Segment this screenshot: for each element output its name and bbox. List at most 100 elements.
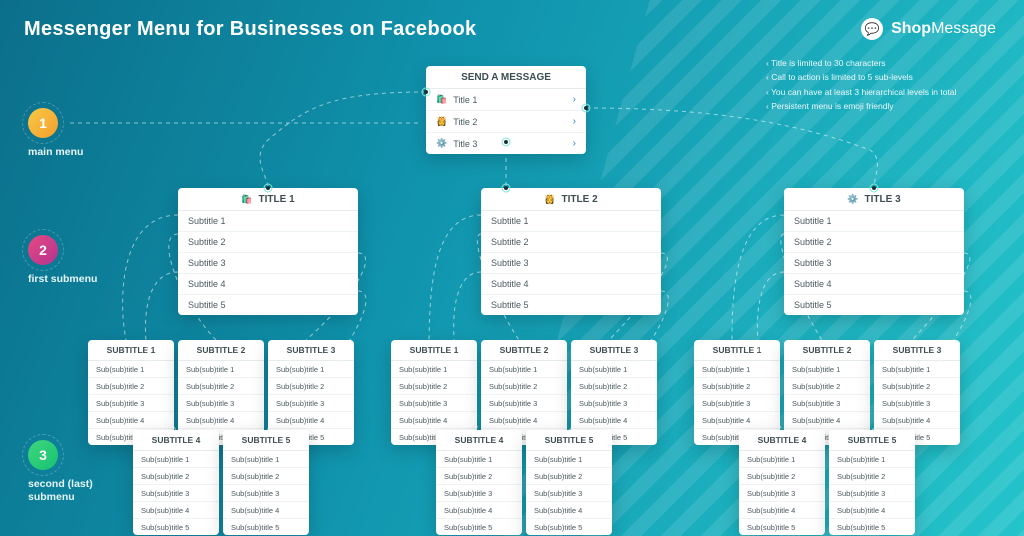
subtitle-row[interactable]: Subtitle 3	[178, 253, 358, 274]
leaf-row[interactable]: Sub(sub)title 4	[223, 502, 309, 519]
leaf-row[interactable]: Sub(sub)title 1	[133, 451, 219, 468]
leaf-row[interactable]: Sub(sub)title 1	[739, 451, 825, 468]
leaf-row[interactable]: Sub(sub)title 3	[694, 395, 780, 412]
subtitle-row[interactable]: Subtitle 3	[784, 253, 964, 274]
leaf-card: SUBTITLE 5Sub(sub)title 1Sub(sub)title 2…	[223, 430, 309, 535]
leaf-row[interactable]: Sub(sub)title 2	[133, 468, 219, 485]
leaf-row[interactable]: Sub(sub)title 4	[571, 412, 657, 429]
leaf-row[interactable]: Sub(sub)title 5	[739, 519, 825, 535]
leaf-row[interactable]: Sub(sub)title 2	[526, 468, 612, 485]
leaf-row[interactable]: Sub(sub)title 3	[268, 395, 354, 412]
leaf-row[interactable]: Sub(sub)title 4	[88, 412, 174, 429]
subtitle-row[interactable]: Subtitle 4	[784, 274, 964, 295]
subtitle-row[interactable]: Subtitle 2	[481, 232, 661, 253]
leaf-row[interactable]: Sub(sub)title 4	[268, 412, 354, 429]
leaf-row[interactable]: Sub(sub)title 1	[526, 451, 612, 468]
leaf-row[interactable]: Sub(sub)title 5	[829, 519, 915, 535]
leaf-row[interactable]: Sub(sub)title 1	[571, 361, 657, 378]
leaf-row[interactable]: Sub(sub)title 4	[178, 412, 264, 429]
leaf-row[interactable]: Sub(sub)title 3	[526, 485, 612, 502]
brand-logo: ShopMessage	[861, 18, 996, 40]
leaf-row[interactable]: Sub(sub)title 3	[178, 395, 264, 412]
leaf-row[interactable]: Sub(sub)title 4	[784, 412, 870, 429]
leaf-header: SUBTITLE 1	[88, 340, 174, 361]
leaf-row[interactable]: Sub(sub)title 1	[874, 361, 960, 378]
leaf-row[interactable]: Sub(sub)title 3	[391, 395, 477, 412]
leaf-row[interactable]: Sub(sub)title 4	[829, 502, 915, 519]
subtitle-row[interactable]: Subtitle 5	[784, 295, 964, 315]
subtitle-row[interactable]: Subtitle 4	[481, 274, 661, 295]
leaf-row[interactable]: Sub(sub)title 1	[178, 361, 264, 378]
leaf-header: SUBTITLE 3	[874, 340, 960, 361]
leaf-row[interactable]: Sub(sub)title 4	[874, 412, 960, 429]
leaf-row[interactable]: Sub(sub)title 3	[88, 395, 174, 412]
leaf-row[interactable]: Sub(sub)title 3	[739, 485, 825, 502]
leaf-row[interactable]: Sub(sub)title 2	[739, 468, 825, 485]
title-card-1: 🛍️TITLE 1 Subtitle 1 Subtitle 2 Subtitle…	[178, 188, 358, 315]
leaf-row[interactable]: Sub(sub)title 3	[829, 485, 915, 502]
leaf-row[interactable]: Sub(sub)title 3	[784, 395, 870, 412]
leaf-header: SUBTITLE 5	[223, 430, 309, 451]
leaf-row[interactable]: Sub(sub)title 5	[436, 519, 522, 535]
subtitle-row[interactable]: Subtitle 2	[784, 232, 964, 253]
leaf-row[interactable]: Sub(sub)title 3	[874, 395, 960, 412]
leaf-row[interactable]: Sub(sub)title 1	[829, 451, 915, 468]
leaf-row[interactable]: Sub(sub)title 2	[874, 378, 960, 395]
leaf-row[interactable]: Sub(sub)title 1	[694, 361, 780, 378]
leaf-row[interactable]: Sub(sub)title 2	[178, 378, 264, 395]
leaf-row[interactable]: Sub(sub)title 1	[436, 451, 522, 468]
subtitle-row[interactable]: Subtitle 1	[481, 211, 661, 232]
leaf-row[interactable]: Sub(sub)title 2	[268, 378, 354, 395]
leaf-row[interactable]: Sub(sub)title 1	[223, 451, 309, 468]
leaf-row[interactable]: Sub(sub)title 1	[391, 361, 477, 378]
leaf-row[interactable]: Sub(sub)title 4	[391, 412, 477, 429]
subtitle-row[interactable]: Subtitle 4	[178, 274, 358, 295]
leaf-row[interactable]: Sub(sub)title 5	[223, 519, 309, 535]
leaf-row[interactable]: Sub(sub)title 3	[223, 485, 309, 502]
leaf-header: SUBTITLE 2	[178, 340, 264, 361]
leaf-row[interactable]: Sub(sub)title 1	[88, 361, 174, 378]
leaf-row[interactable]: Sub(sub)title 4	[436, 502, 522, 519]
leaf-row[interactable]: Sub(sub)title 4	[694, 412, 780, 429]
leaf-row[interactable]: Sub(sub)title 3	[481, 395, 567, 412]
leaf-row[interactable]: Sub(sub)title 4	[739, 502, 825, 519]
leaf-row[interactable]: Sub(sub)title 3	[133, 485, 219, 502]
chevron-right-icon: ›	[573, 138, 576, 149]
leaf-row[interactable]: Sub(sub)title 3	[436, 485, 522, 502]
leaf-row[interactable]: Sub(sub)title 1	[268, 361, 354, 378]
leaf-row[interactable]: Sub(sub)title 2	[571, 378, 657, 395]
leaf-row[interactable]: Sub(sub)title 2	[694, 378, 780, 395]
page-title: Messenger Menu for Businesses on Faceboo…	[24, 18, 476, 41]
leaf-row[interactable]: Sub(sub)title 3	[571, 395, 657, 412]
leaf-row[interactable]: Sub(sub)title 2	[223, 468, 309, 485]
leaf-row[interactable]: Sub(sub)title 2	[784, 378, 870, 395]
leaf-row[interactable]: Sub(sub)title 2	[436, 468, 522, 485]
subtitle-row[interactable]: Subtitle 5	[178, 295, 358, 315]
leaf-row[interactable]: Sub(sub)title 2	[391, 378, 477, 395]
leaf-row[interactable]: Sub(sub)title 4	[133, 502, 219, 519]
leaf-row[interactable]: Sub(sub)title 4	[481, 412, 567, 429]
leaf-row[interactable]: Sub(sub)title 5	[133, 519, 219, 535]
leaf-row[interactable]: Sub(sub)title 1	[481, 361, 567, 378]
leaf-row[interactable]: Sub(sub)title 5	[526, 519, 612, 535]
title-card-3: ⚙️TITLE 3 Subtitle 1 Subtitle 2 Subtitle…	[784, 188, 964, 315]
subtitle-row[interactable]: Subtitle 1	[178, 211, 358, 232]
menu-root-item[interactable]: 👸 Title 2›	[426, 111, 586, 133]
subtitle-row[interactable]: Subtitle 5	[481, 295, 661, 315]
leaf-header: SUBTITLE 4	[133, 430, 219, 451]
leaf-row[interactable]: Sub(sub)title 2	[829, 468, 915, 485]
leaf-row[interactable]: Sub(sub)title 2	[481, 378, 567, 395]
subtitle-row[interactable]: Subtitle 3	[481, 253, 661, 274]
level-badge-3: 3 second (last) submenu	[28, 440, 93, 503]
leaf-header: SUBTITLE 5	[526, 430, 612, 451]
subtitle-row[interactable]: Subtitle 1	[784, 211, 964, 232]
leaf-row[interactable]: Sub(sub)title 4	[526, 502, 612, 519]
subtitle-row[interactable]: Subtitle 2	[178, 232, 358, 253]
leaf-header: SUBTITLE 2	[481, 340, 567, 361]
menu-root-item[interactable]: ⚙️ Title 3›	[426, 133, 586, 154]
leaf-row[interactable]: Sub(sub)title 2	[88, 378, 174, 395]
chat-bubble-icon	[861, 18, 883, 40]
menu-root-item[interactable]: 🛍️ Title 1›	[426, 89, 586, 111]
level-badge-1: 1 main menu	[28, 108, 83, 159]
leaf-row[interactable]: Sub(sub)title 1	[784, 361, 870, 378]
